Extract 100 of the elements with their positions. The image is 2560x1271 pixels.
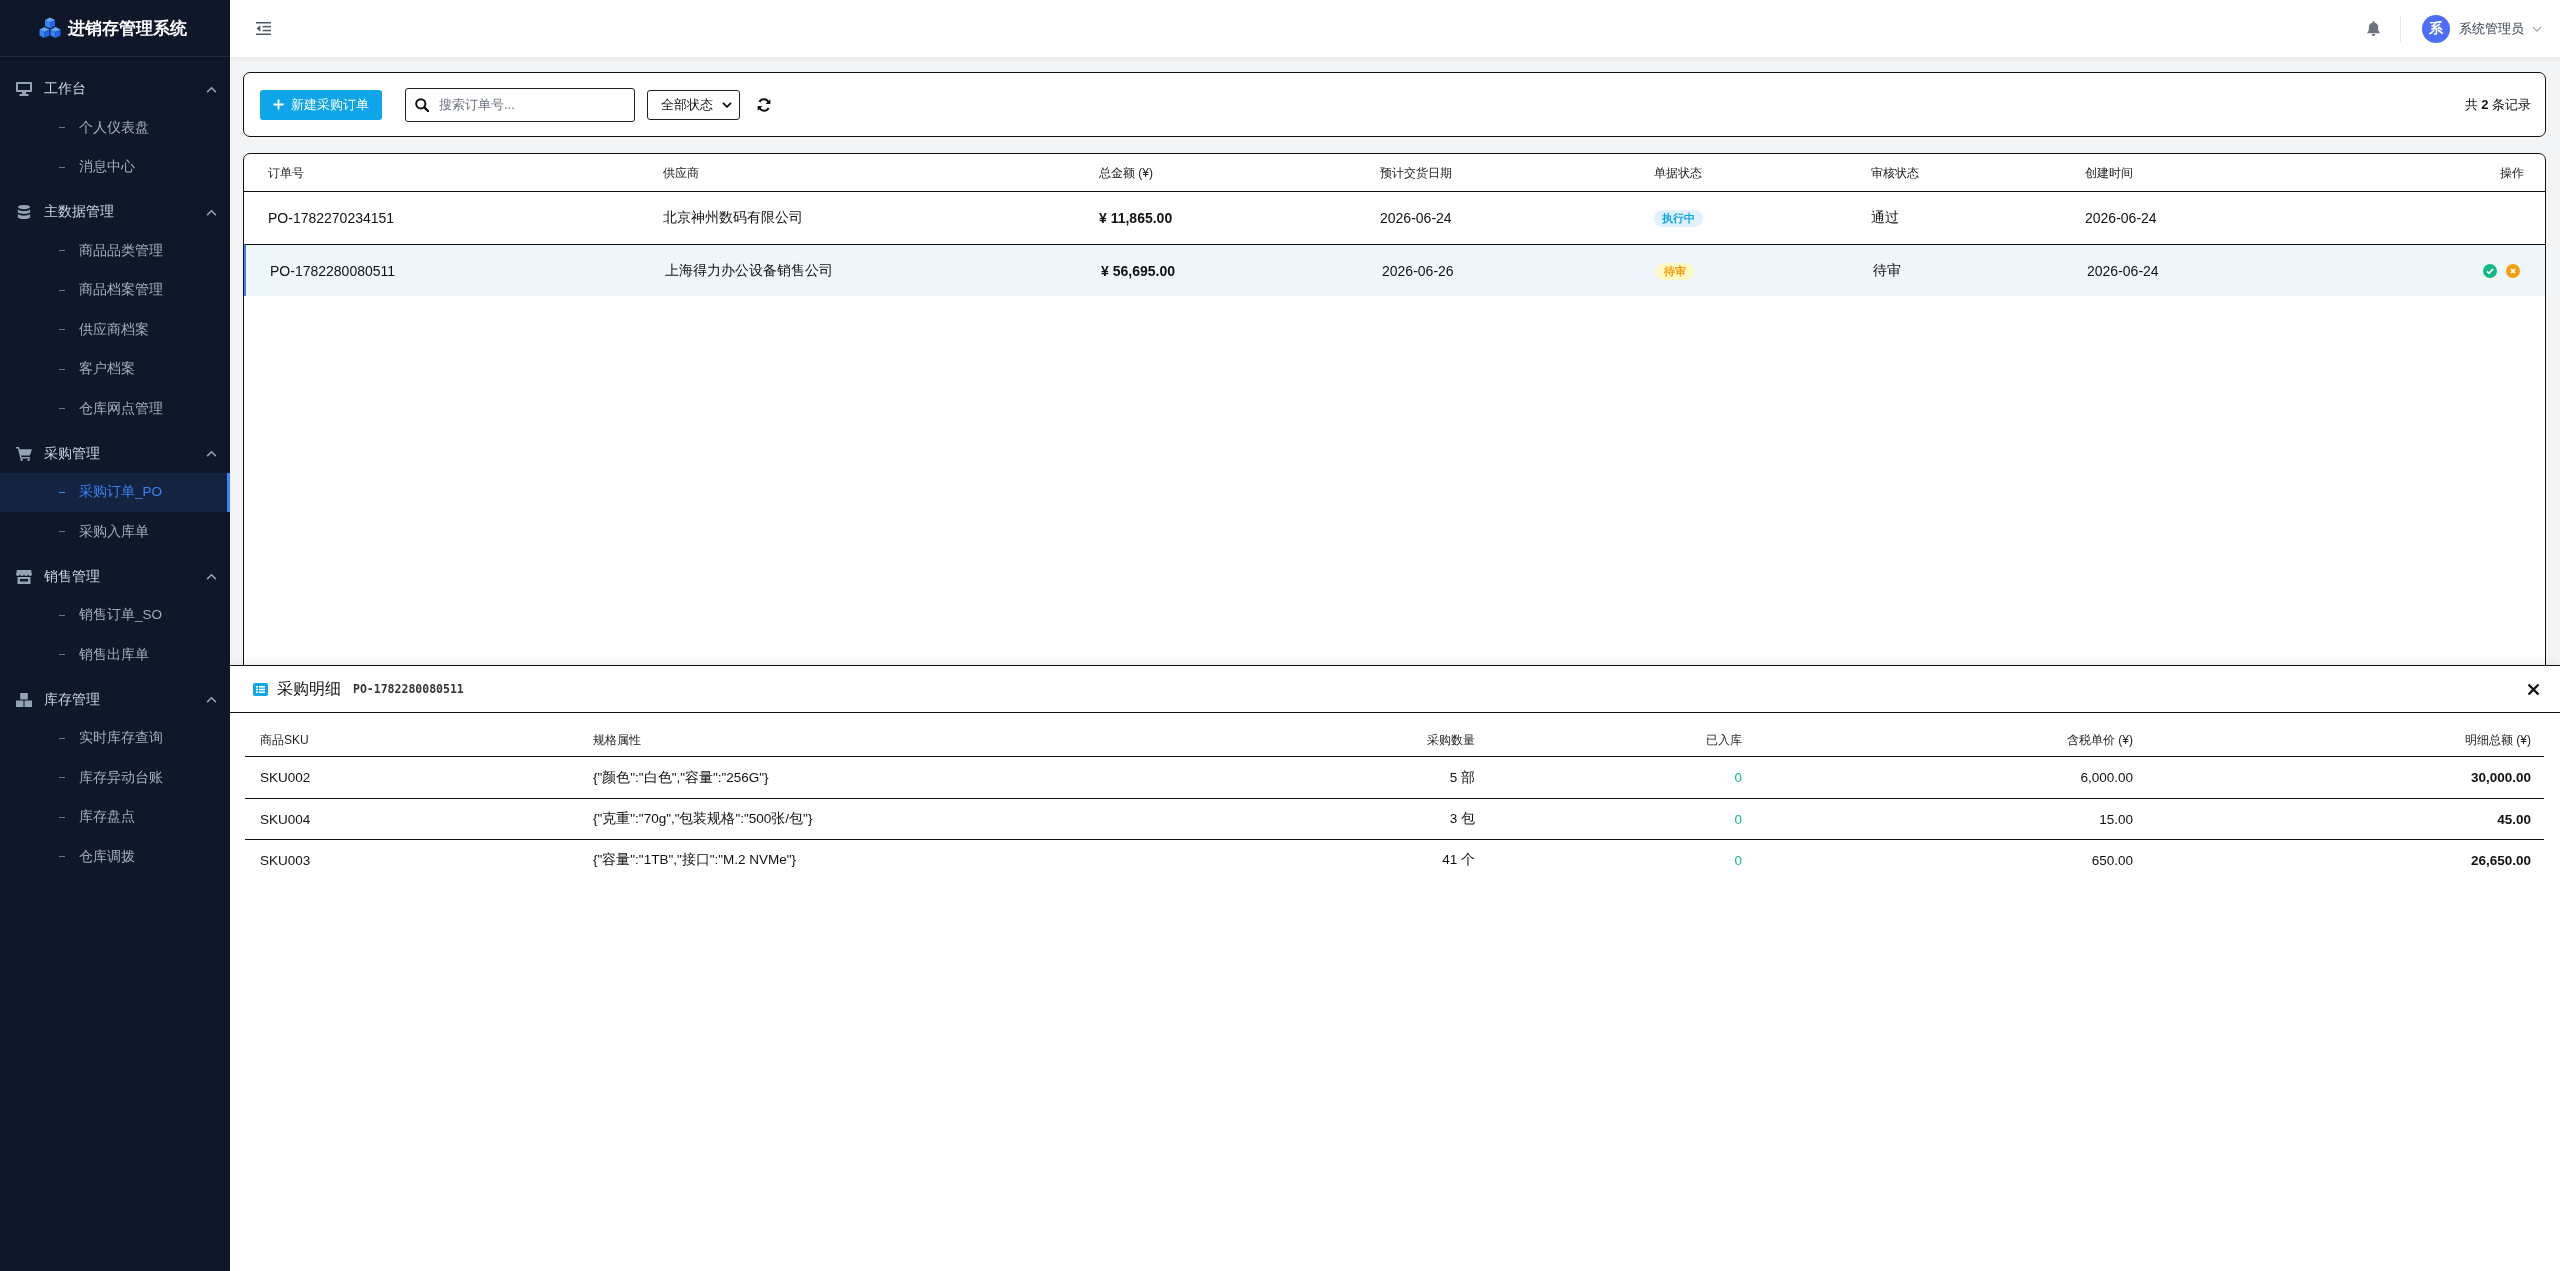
column-header: 预计交货日期 — [1380, 166, 1452, 180]
status-badge: 执行中 — [1654, 210, 1703, 227]
chevron-up-icon[interactable] — [206, 573, 217, 580]
line-total: 30,000.00 — [2470, 770, 2531, 785]
boxes-icon — [16, 692, 32, 707]
search-icon — [415, 97, 429, 112]
menu-group-header[interactable]: 采购管理 — [0, 434, 230, 473]
spec-attributes: {"颜色":"白色","容量":"256G"} — [593, 769, 769, 785]
created-date: 2026-06-24 — [2085, 210, 2157, 226]
menu-item[interactable]: 销售出库单 — [0, 635, 230, 675]
menu-item[interactable]: 消息中心 — [0, 147, 230, 187]
created-date: 2026-06-24 — [2087, 262, 2159, 279]
user-avatar[interactable]: 系 — [2422, 14, 2450, 43]
chevron-up-icon[interactable] — [206, 85, 217, 93]
received-quantity: 0 — [1734, 770, 1742, 785]
menu-item[interactable]: 客户档案 — [0, 349, 230, 389]
record-count: 共 2 条记录 — [2464, 95, 2531, 114]
order-number: PO-1782280080511 — [353, 682, 464, 696]
menu-item[interactable]: 商品档案管理 — [0, 270, 230, 310]
menu-item[interactable]: 库存盘点 — [0, 797, 230, 837]
chevron-up-icon[interactable] — [206, 450, 217, 457]
dash-icon — [59, 531, 65, 533]
monitor-icon — [16, 82, 32, 96]
column-header: 创建时间 — [2085, 166, 2133, 180]
purchase-quantity: 5 部 — [1449, 769, 1475, 785]
menu-group-header[interactable]: 销售管理 — [0, 557, 230, 596]
panel-title: 采购明细 — [277, 678, 341, 699]
received-quantity: 0 — [1734, 811, 1742, 827]
bell-icon[interactable] — [2367, 21, 2380, 36]
column-header: 总金额 (¥) — [1099, 166, 1153, 180]
close-icon[interactable] — [2527, 682, 2540, 696]
column-header: 采购数量 — [1427, 733, 1475, 747]
menu-item[interactable]: 销售订单_SO — [0, 595, 230, 635]
column-header: 规格属性 — [593, 733, 641, 747]
dash-icon — [59, 408, 65, 410]
unit-price: 6,000.00 — [2080, 770, 2133, 785]
cubes-logo-icon — [39, 17, 61, 39]
menu-item[interactable]: 采购入库单 — [0, 512, 230, 552]
refresh-icon[interactable] — [757, 97, 771, 112]
unit-price: 650.00 — [2091, 852, 2133, 868]
dash-icon — [59, 654, 65, 656]
column-header: 已入库 — [1706, 733, 1742, 747]
supplier-name: 上海得力办公设备销售公司 — [665, 261, 833, 278]
menu-item[interactable]: 仓库网点管理 — [0, 389, 230, 429]
search-field[interactable]: 搜索订单号... — [405, 87, 635, 122]
dash-icon — [59, 329, 65, 331]
sku-code: SKU003 — [260, 852, 311, 868]
dash-icon — [59, 614, 65, 616]
database-icon — [16, 205, 32, 219]
column-header: 单据状态 — [1654, 166, 1702, 180]
column-header: 商品SKU — [260, 733, 309, 747]
column-header: 操作 — [2500, 166, 2524, 180]
menu-item[interactable]: 采购订单_PO — [0, 472, 230, 512]
menu-item[interactable]: 仓库调拨 — [0, 837, 230, 877]
menu-item[interactable]: 商品品类管理 — [0, 231, 230, 271]
menu-group-header[interactable]: 主数据管理 — [0, 193, 230, 231]
audit-status: 待审 — [1873, 261, 1901, 278]
chevron-down-icon — [722, 101, 732, 108]
menu-group-header[interactable]: 库存管理 — [0, 680, 230, 719]
purchase-quantity: 41 个 — [1442, 852, 1475, 867]
delivery-date: 2026-06-24 — [1380, 210, 1452, 226]
received-quantity: 0 — [1734, 852, 1742, 868]
menu-item[interactable]: 个人仪表盘 — [0, 108, 230, 148]
order-number: PO-1782270234151 — [268, 210, 395, 226]
line-total: 26,650.00 — [2470, 852, 2531, 868]
dash-icon — [59, 737, 65, 739]
app-logo-text: 进销存管理系统 — [68, 17, 187, 40]
dash-icon — [59, 250, 65, 252]
purchase-quantity: 3 包 — [1449, 811, 1475, 826]
spec-attributes: {"容量":"1TB","接口":"M.2 NVMe"} — [593, 852, 797, 867]
table-row[interactable]: PO-1782280080511 上海得力办公设备销售公司 ¥ 56,695.00 2026-06-26 待审 待审 2026-06-24 — [244, 244, 2545, 296]
spec-attributes: {"克重":"70g","包装规格":"500张/包"} — [593, 811, 813, 826]
list-icon — [253, 682, 268, 696]
unit-price: 15.00 — [2099, 811, 2133, 827]
menu-group-header[interactable]: 工作台 — [0, 70, 230, 108]
column-header: 含税单价 (¥) — [2067, 733, 2133, 747]
delivery-date: 2026-06-26 — [1382, 262, 1454, 279]
menu-item[interactable]: 库存异动台账 — [0, 758, 230, 798]
check-circle-icon[interactable] — [2483, 263, 2497, 278]
total-amount: ¥ 11,865.00 — [1099, 210, 1173, 226]
column-header: 审核状态 — [1871, 166, 1919, 180]
dash-icon — [59, 777, 65, 779]
menu-collapse-icon[interactable] — [256, 22, 271, 35]
menu-item[interactable]: 实时库存查询 — [0, 718, 230, 758]
menu-item[interactable]: 供应商档案 — [0, 310, 230, 350]
dash-icon — [59, 289, 65, 291]
supplier-name: 北京神州数码有限公司 — [663, 209, 803, 225]
chevron-up-icon[interactable] — [206, 208, 217, 216]
chevron-up-icon[interactable] — [206, 696, 217, 703]
column-header: 订单号 — [268, 166, 304, 180]
status-select[interactable]: 全部状态 — [647, 89, 740, 120]
dash-icon — [59, 491, 65, 493]
store-icon — [16, 569, 32, 584]
dash-icon — [59, 127, 65, 129]
order-number: PO-1782280080511 — [270, 262, 396, 279]
user-name[interactable]: 系统管理员 — [2459, 19, 2524, 38]
line-total: 45.00 — [2497, 811, 2531, 827]
sku-code: SKU004 — [260, 811, 311, 827]
cart-icon — [16, 446, 32, 461]
total-amount: ¥ 56,695.00 — [1101, 262, 1175, 279]
